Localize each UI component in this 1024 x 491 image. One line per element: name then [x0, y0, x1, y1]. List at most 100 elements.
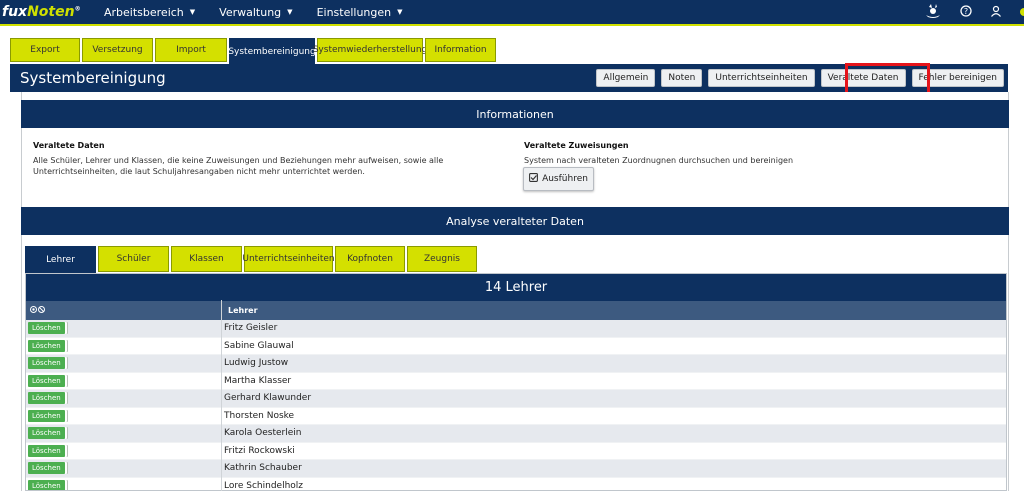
row-actions: Löschen [26, 339, 224, 352]
row-actions: Löschen [26, 462, 224, 475]
lehrer-name: Sabine Glauwal [224, 340, 294, 351]
loeschen-button[interactable]: Löschen [28, 479, 65, 490]
lehrer-column-header: Lehrer [228, 306, 258, 315]
info-col-veraltete-daten: Veraltete Daten Alle Schüler, Lehrer und… [33, 140, 508, 177]
row-actions: Löschen [26, 357, 224, 370]
deselect-all-icon[interactable] [38, 306, 45, 315]
menu-label: Einstellungen [316, 5, 392, 19]
loeschen-button[interactable]: Löschen [28, 444, 65, 457]
logo-reg: ® [74, 5, 81, 13]
tab-import[interactable]: Import [155, 38, 227, 62]
top-accent-line [0, 24, 1024, 26]
row-actions: Löschen [26, 479, 224, 490]
tab-systemwiederherstellung[interactable]: Systemwiederherstellung [313, 38, 427, 62]
lehrer-name: Martha Klasser [224, 375, 292, 386]
noten-button[interactable]: Noten [661, 69, 703, 87]
main-tabs: Export Versetzung Import Systembereinigu… [10, 38, 496, 65]
loeschen-button[interactable]: Löschen [28, 392, 65, 405]
info-col-veraltete-zuweisungen: Veraltete Zuweisungen System nach veralt… [524, 140, 994, 166]
menu-einstellungen[interactable]: Einstellungen ▼ [305, 6, 415, 19]
column-divider [221, 300, 222, 491]
status-dot-icon [1020, 8, 1024, 16]
caret-down-icon: ▼ [397, 8, 403, 16]
menu-label: Verwaltung [219, 5, 282, 19]
lehrer-name: Ludwig Justow [224, 358, 289, 369]
menu-arbeitsbereich[interactable]: Arbeitsbereich ▼ [92, 6, 207, 19]
table-row: Löschen Thorsten Noske [26, 407, 1006, 425]
tab-export[interactable]: Export [10, 38, 80, 62]
lehrer-name: Karola Oesterlein [224, 428, 302, 439]
lehrer-name: Thorsten Noske [224, 410, 295, 421]
row-actions: Löschen [26, 409, 224, 422]
lehrer-name: Fritzi Rockowski [224, 445, 295, 456]
table-body: Löschen Fritz Geisler Löschen Sabine Glauw… [26, 320, 1006, 491]
tab-schueler[interactable]: Schüler [98, 246, 169, 272]
loeschen-button[interactable]: Löschen [28, 322, 65, 335]
row-actions: Löschen [26, 322, 224, 335]
page-title: Systembereinigung [20, 69, 166, 87]
tab-klassen[interactable]: Klassen [171, 246, 242, 272]
help-icon[interactable]: ? [960, 4, 972, 20]
menu-label: Arbeitsbereich [104, 5, 184, 19]
logo-fux: fux [2, 4, 28, 20]
top-navbar: fuxNoten® Arbeitsbereich ▼ Verwaltung ▼ Ei… [0, 0, 1024, 24]
app-logo[interactable]: fuxNoten® [0, 4, 82, 20]
table-row: Löschen Ludwig Justow [26, 355, 1006, 373]
table-row: Löschen Gerhard Klawunder [26, 390, 1006, 408]
table-row: Löschen Karola Oesterlein [26, 425, 1006, 443]
check-square-icon [529, 173, 539, 185]
allgemein-button[interactable]: Allgemein [596, 69, 656, 87]
user-icon[interactable] [990, 5, 1002, 20]
loeschen-button[interactable]: Löschen [28, 462, 65, 475]
main-menu: Arbeitsbereich ▼ Verwaltung ▼ Einstellunge… [92, 6, 415, 19]
info-header: Informationen [21, 100, 1009, 128]
tab-unterrichtseinheiten[interactable]: Unterrichtseinheiten [242, 246, 335, 272]
section-buttons: Allgemein Noten Unterrichtseinheiten Ver… [596, 69, 1004, 87]
row-actions: Löschen [26, 392, 224, 405]
loeschen-button[interactable]: Löschen [28, 374, 65, 387]
top-icons: ? [924, 0, 1024, 24]
fox-mascot-icon[interactable] [924, 3, 942, 22]
loeschen-button[interactable]: Löschen [28, 427, 65, 440]
table-row: Löschen Sabine Glauwal [26, 337, 1006, 355]
analysis-tabs: Lehrer Schüler Klassen Unterrichtseinhei… [25, 246, 477, 274]
table-row: Löschen Kathrin Schauber [26, 460, 1006, 478]
loeschen-button[interactable]: Löschen [28, 357, 65, 370]
tab-zeugnis[interactable]: Zeugnis [407, 246, 477, 272]
info-col1-text: Alle Schüler, Lehrer und Klassen, die ke… [33, 156, 444, 176]
table-row: Löschen Fritzi Rockowski [26, 442, 1006, 460]
info-col2-text: System nach veralteten Zuordnugnen durch… [524, 156, 794, 165]
info-col2-title: Veraltete Zuweisungen [524, 141, 629, 150]
lehrer-name: Fritz Geisler [224, 323, 278, 334]
menu-verwaltung[interactable]: Verwaltung ▼ [207, 6, 304, 19]
tab-lehrer[interactable]: Lehrer [25, 246, 96, 274]
loeschen-button[interactable]: Löschen [28, 339, 65, 352]
lehrer-name: Kathrin Schauber [224, 463, 302, 474]
ausfuehren-label: Ausführen [542, 174, 588, 184]
row-actions: Löschen [26, 374, 224, 387]
svg-text:?: ? [964, 7, 968, 16]
lehrer-name: Lore Schindelholz [224, 480, 304, 491]
table-row: Löschen Fritz Geisler [26, 320, 1006, 338]
table-header: Lehrer [26, 301, 1006, 320]
analysis-header: Analyse veralteter Daten [21, 207, 1009, 235]
unterrichtseinheiten-button[interactable]: Unterrichtseinheiten [708, 69, 815, 87]
table-row: Löschen Lore Schindelholz [26, 477, 1006, 491]
select-all-icon[interactable] [30, 306, 37, 315]
tab-systembereinigung[interactable]: Systembereinigung [228, 38, 316, 65]
select-column-header [26, 306, 226, 315]
info-col1-title: Veraltete Daten [33, 141, 105, 150]
loeschen-button[interactable]: Löschen [28, 409, 65, 422]
logo-noten: Noten [27, 4, 75, 20]
row-actions: Löschen [26, 427, 224, 440]
table-title: 14 Lehrer [26, 274, 1006, 301]
tab-information[interactable]: Information [425, 38, 496, 62]
ausfuehren-button[interactable]: Ausführen [523, 167, 594, 191]
tab-kopfnoten[interactable]: Kopfnoten [335, 246, 405, 272]
info-box: Veraltete Daten Alle Schüler, Lehrer und… [22, 128, 1008, 206]
row-actions: Löschen [26, 444, 224, 457]
tab-versetzung[interactable]: Versetzung [82, 38, 153, 62]
lehrer-name: Gerhard Klawunder [224, 393, 312, 404]
table-row: Löschen Martha Klasser [26, 372, 1006, 390]
caret-down-icon: ▼ [287, 8, 293, 16]
